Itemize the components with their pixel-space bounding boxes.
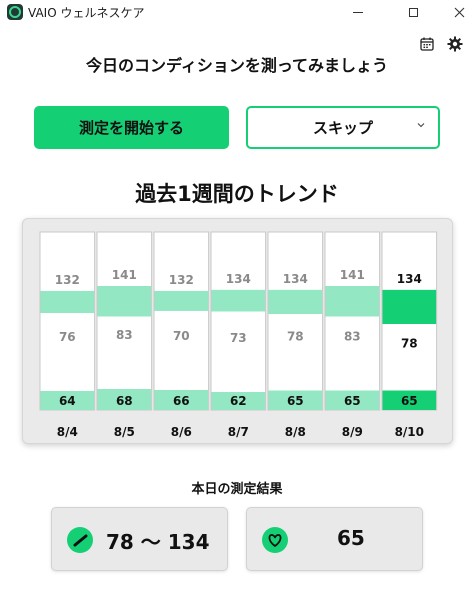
result-title: 本日の測定結果 bbox=[191, 482, 283, 497]
diastolic-label: 73 bbox=[230, 331, 247, 345]
date-label: 8/5 bbox=[114, 425, 135, 439]
heart-rate-value: 65 bbox=[337, 526, 365, 550]
title-bar: VAIO ウェルネスケア bbox=[0, 0, 474, 24]
day-column bbox=[39, 231, 96, 411]
systolic-label: 134 bbox=[397, 272, 422, 286]
close-button[interactable] bbox=[436, 0, 474, 24]
pulse-label: 62 bbox=[230, 394, 247, 408]
systolic-label: 141 bbox=[340, 268, 365, 282]
bp-range-bar bbox=[382, 289, 437, 324]
pulse-label: 65 bbox=[401, 394, 418, 408]
maximize-icon bbox=[408, 7, 418, 17]
start-measurement-button[interactable]: 測定を開始する bbox=[34, 106, 229, 149]
bp-range-bar bbox=[268, 289, 323, 314]
settings-button[interactable] bbox=[445, 34, 465, 54]
condition-prompt: 今日のコンディションを測ってみましょう bbox=[85, 56, 389, 75]
calendar-icon bbox=[420, 37, 434, 51]
close-icon bbox=[454, 7, 464, 17]
pulse-label: 66 bbox=[173, 394, 190, 408]
day-column bbox=[324, 231, 381, 411]
trend-chart-svg: 132 76 64 8/4 141 83 68 8/5 132 70 66 8/6 134 73 62 8/7… bbox=[39, 231, 438, 439]
gear-icon bbox=[447, 36, 463, 52]
skip-label: スキップ bbox=[312, 119, 373, 137]
day-column bbox=[267, 231, 324, 411]
bp-range-bar bbox=[325, 286, 380, 317]
diastolic-label: 83 bbox=[116, 328, 133, 342]
trend-title: 過去1週間のトレンド bbox=[135, 182, 339, 206]
blood-pressure-value: 78 〜 134 bbox=[106, 530, 210, 554]
pulse-label: 65 bbox=[344, 394, 361, 408]
bp-range-bar bbox=[40, 290, 95, 313]
systolic-label: 141 bbox=[112, 268, 137, 282]
bp-range-bar bbox=[154, 290, 209, 311]
diastolic-label: 78 bbox=[287, 330, 304, 344]
pulse-label: 65 bbox=[287, 394, 304, 408]
pulse-label: 68 bbox=[116, 394, 133, 408]
skip-dropdown-button[interactable]: スキップ bbox=[246, 106, 440, 149]
systolic-label: 134 bbox=[283, 272, 308, 286]
bp-range-bar bbox=[211, 289, 266, 312]
systolic-label: 132 bbox=[169, 273, 194, 287]
maximize-button[interactable] bbox=[390, 0, 436, 24]
diastolic-label: 83 bbox=[344, 330, 361, 344]
date-label: 8/8 bbox=[285, 425, 306, 439]
date-label: 8/7 bbox=[228, 425, 249, 439]
date-label: 8/6 bbox=[171, 425, 192, 439]
systolic-label: 134 bbox=[226, 272, 251, 286]
date-label: 8/10 bbox=[395, 425, 424, 439]
date-label: 8/9 bbox=[342, 425, 363, 439]
window-title: VAIO ウェルネスケア bbox=[28, 6, 145, 20]
diastolic-label: 78 bbox=[401, 337, 418, 351]
day-column bbox=[210, 231, 267, 411]
date-label: 8/4 bbox=[57, 425, 78, 439]
heart-rate-result: 65 bbox=[246, 507, 423, 571]
trend-chart: 132 76 64 8/4 141 83 68 8/5 132 70 66 8/6 134 73 62 8/7… bbox=[22, 218, 453, 444]
chevron-down-icon bbox=[416, 120, 426, 133]
diastolic-label: 70 bbox=[173, 329, 190, 343]
app-logo-icon bbox=[7, 4, 23, 20]
day-column bbox=[96, 231, 153, 411]
calendar-button[interactable] bbox=[417, 34, 437, 54]
diastolic-label: 76 bbox=[59, 330, 76, 344]
systolic-label: 132 bbox=[55, 273, 80, 287]
pulse-label: 64 bbox=[59, 394, 76, 408]
blood-pressure-result: 78 〜 134 bbox=[51, 507, 228, 571]
day-column bbox=[153, 231, 210, 411]
minimize-button[interactable] bbox=[335, 0, 381, 24]
bp-range-bar bbox=[97, 286, 152, 317]
heart-icon bbox=[262, 527, 288, 553]
minimize-icon bbox=[353, 11, 363, 13]
gauge-icon bbox=[67, 527, 93, 553]
